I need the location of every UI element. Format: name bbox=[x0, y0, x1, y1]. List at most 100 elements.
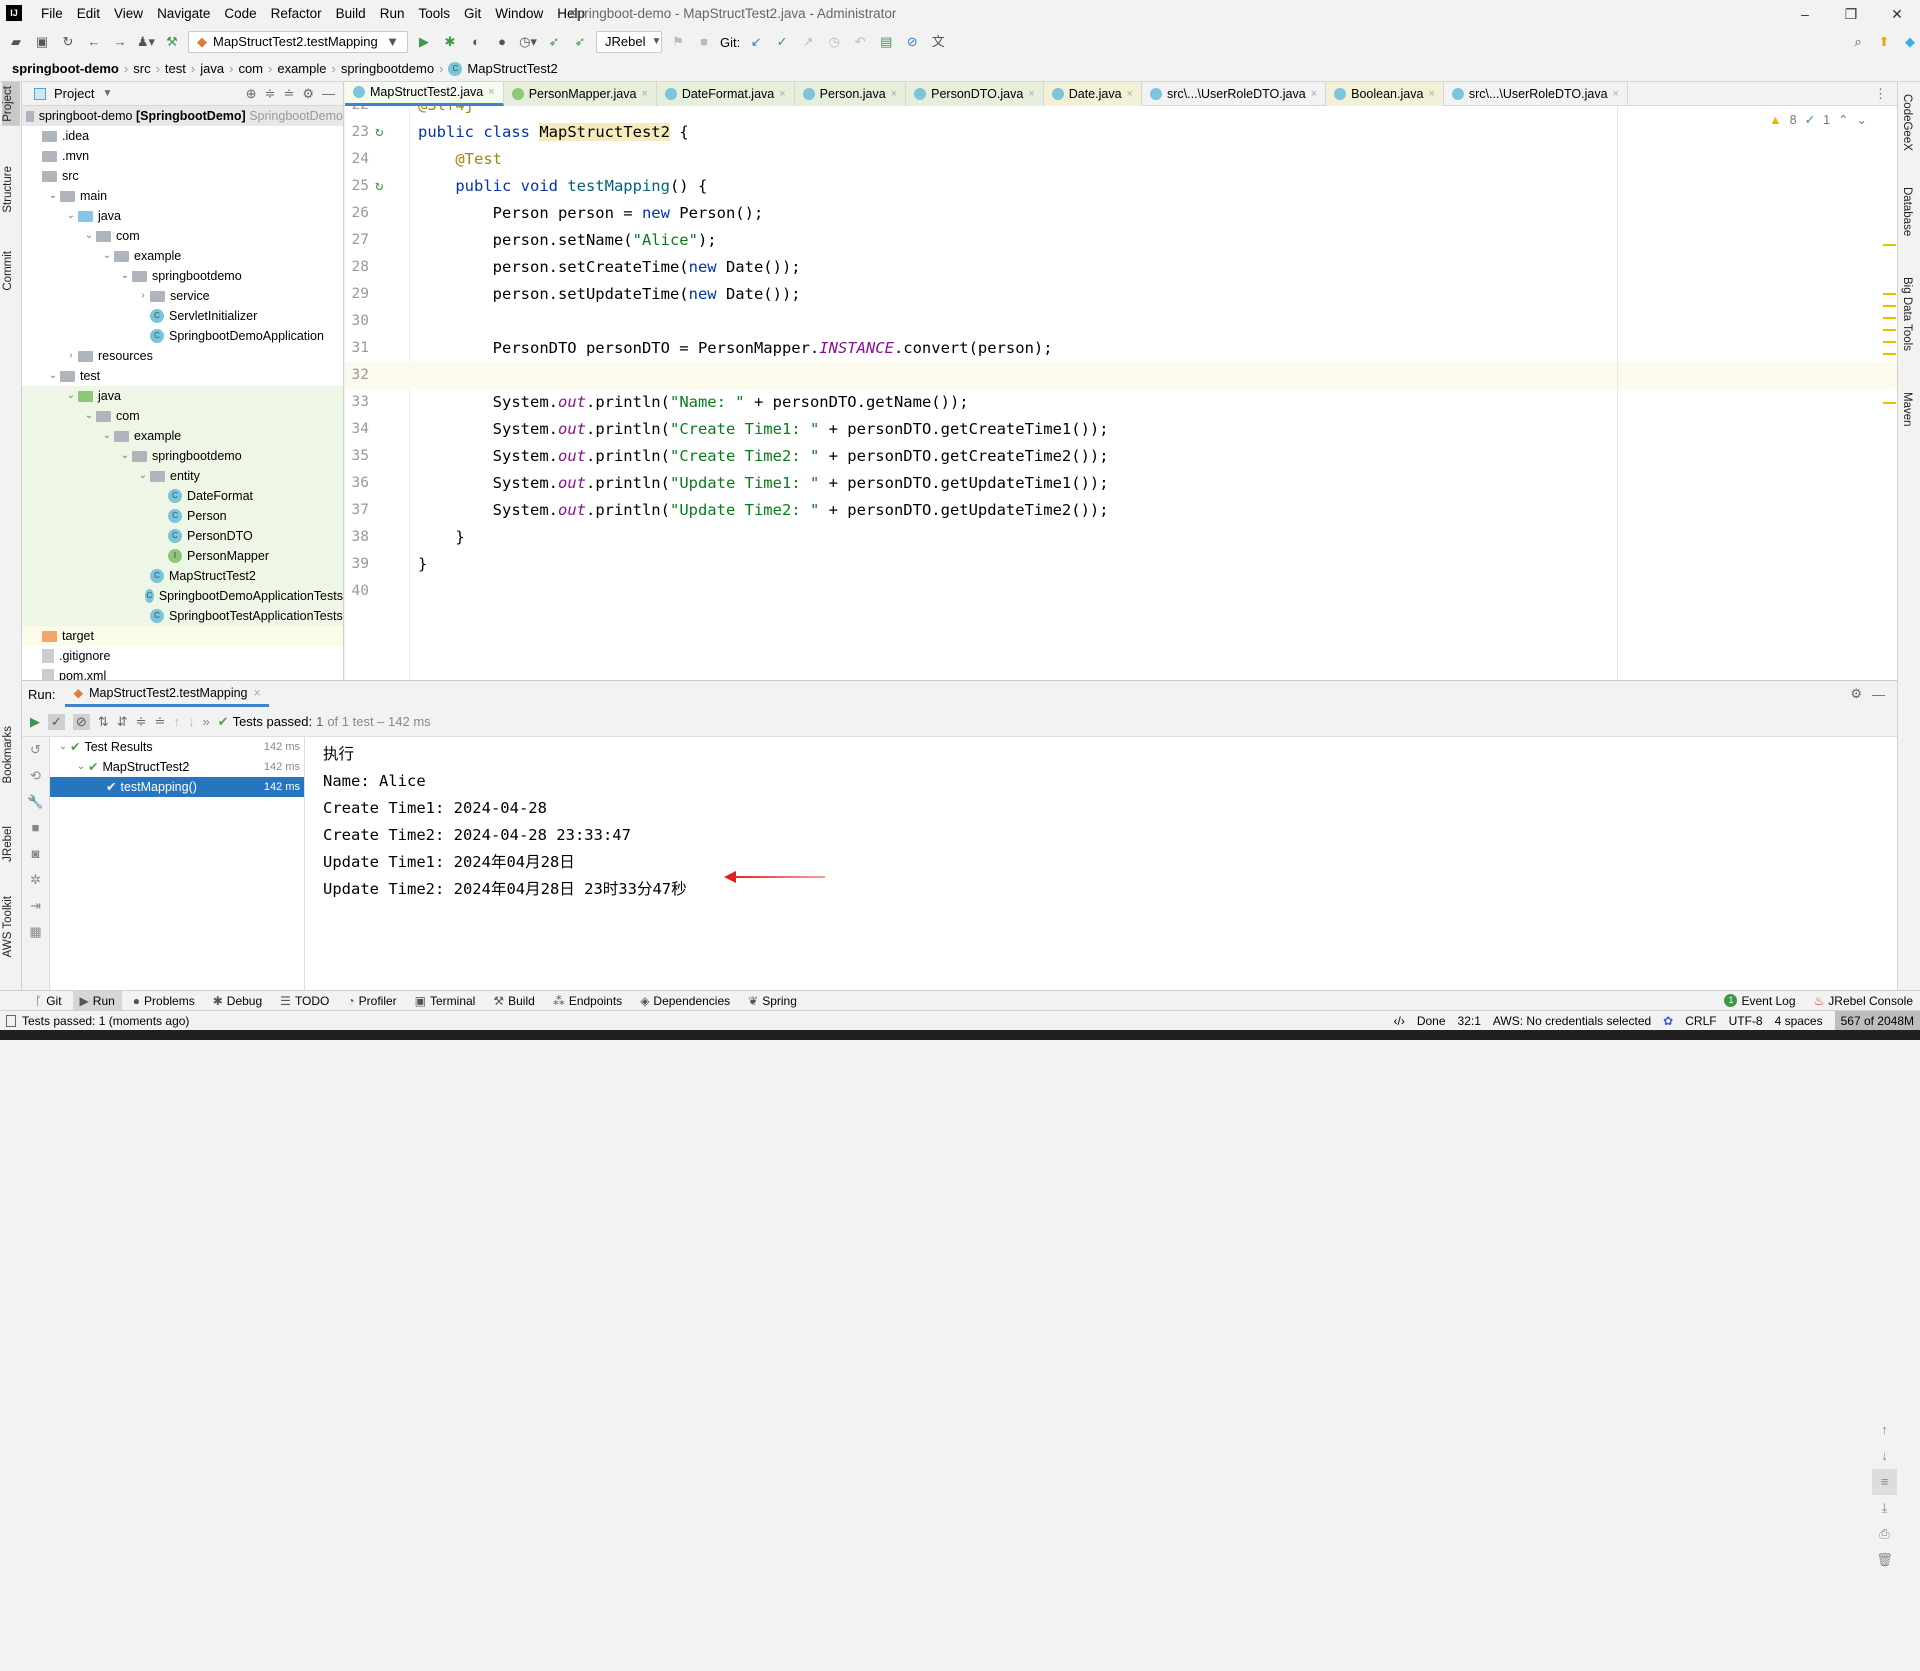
tree-item[interactable]: ⌄springbootdemo bbox=[22, 266, 343, 286]
warning-stripe[interactable] bbox=[1883, 293, 1896, 295]
bottom-tab-git[interactable]: ᚴGit bbox=[28, 991, 69, 1011]
power-save-icon[interactable]: ⊘ bbox=[902, 32, 922, 52]
menu-git[interactable]: Git bbox=[457, 0, 488, 28]
chevron-down-icon[interactable]: ⌄ bbox=[118, 446, 132, 466]
menu-refactor[interactable]: Refactor bbox=[264, 0, 329, 28]
jrebel-select[interactable]: JRebel▼ bbox=[596, 31, 662, 53]
close-icon[interactable]: × bbox=[891, 88, 897, 100]
tree-item[interactable]: CSpringbootTestApplicationTests bbox=[22, 606, 343, 626]
run-gutter-icon[interactable]: ↻ bbox=[375, 119, 383, 146]
chevron-right-icon[interactable]: › bbox=[136, 286, 150, 306]
tree-item[interactable]: .mvn bbox=[22, 146, 343, 166]
build-hammer-icon[interactable]: ⚒ bbox=[162, 32, 182, 52]
expand-all-icon[interactable]: ≑ bbox=[136, 714, 147, 730]
history-icon[interactable]: ◷ bbox=[824, 32, 844, 52]
tree-item[interactable]: ⌄entity bbox=[22, 466, 343, 486]
toggle-auto-test-icon[interactable]: ⟲ bbox=[22, 763, 49, 789]
tool-tab-project[interactable]: Project bbox=[2, 82, 20, 126]
project-root[interactable]: springboot-demo [SpringbootDemo] Springb… bbox=[22, 106, 343, 126]
breadcrumb-item[interactable]: test bbox=[165, 61, 186, 76]
menu-build[interactable]: Build bbox=[329, 0, 373, 28]
scroll-to-end-icon[interactable]: ⤓ bbox=[1872, 1495, 1897, 1521]
scroll-down-icon[interactable]: ↓ bbox=[1872, 1443, 1897, 1469]
tree-item[interactable]: ⌄com bbox=[22, 226, 343, 246]
close-icon[interactable]: × bbox=[1428, 88, 1434, 100]
tree-item[interactable]: ⌄java bbox=[22, 386, 343, 406]
bottom-tab-dependencies[interactable]: ◈Dependencies bbox=[633, 991, 737, 1011]
tool-tab-codegeex[interactable]: CodeGeeX bbox=[1901, 94, 1913, 151]
run-config-select[interactable]: ◆MapStructTest2.testMapping▼ bbox=[188, 31, 408, 53]
vcs-user-icon[interactable]: ♟▾ bbox=[136, 32, 156, 52]
bottom-tab-todo[interactable]: ☰TODO bbox=[273, 991, 336, 1011]
git-push-icon[interactable]: ↗ bbox=[798, 32, 818, 52]
tool-tab-structure[interactable]: Structure bbox=[2, 162, 20, 217]
chevron-down-icon[interactable]: ⌄ bbox=[64, 386, 78, 406]
soft-wrap-icon[interactable]: ≡ bbox=[1872, 1469, 1897, 1495]
chevron-down-icon[interactable]: ⌄ bbox=[46, 366, 60, 386]
locate-icon[interactable]: ⊕ bbox=[246, 86, 257, 102]
caret-position[interactable]: 32:1 bbox=[1458, 1014, 1481, 1028]
prev-highlight-icon[interactable]: ⌃ bbox=[1838, 112, 1848, 127]
tree-item[interactable]: pom.xml bbox=[22, 666, 343, 680]
breadcrumb-item[interactable]: springbootdemo bbox=[341, 61, 434, 76]
jrebel-run-icon[interactable]: ➶ bbox=[544, 32, 564, 52]
aws-icon[interactable]: ✿ bbox=[1663, 1014, 1673, 1028]
aws-credentials[interactable]: AWS: No credentials selected bbox=[1493, 1014, 1651, 1028]
scroll-up-icon[interactable]: ↑ bbox=[1872, 1417, 1897, 1443]
file-encoding[interactable]: UTF-8 bbox=[1729, 1014, 1763, 1028]
camera-icon[interactable]: ◙ bbox=[22, 841, 49, 867]
editor-tab[interactable]: DateFormat.java× bbox=[657, 82, 795, 106]
search-icon[interactable]: ⌕ bbox=[1848, 32, 1868, 52]
memory-indicator[interactable]: 567 of 2048M bbox=[1835, 1011, 1920, 1031]
chevron-down-icon[interactable]: ⌄ bbox=[64, 206, 78, 226]
tool-tab-commit[interactable]: Commit bbox=[2, 247, 20, 295]
bottom-tab-spring[interactable]: ❦Spring bbox=[741, 991, 804, 1011]
collapse-all-icon[interactable]: ≐ bbox=[283, 86, 294, 102]
editor-tab[interactable]: PersonMapper.java× bbox=[504, 82, 657, 106]
expand-all-icon[interactable]: ≑ bbox=[265, 86, 276, 102]
more-tabs-icon[interactable]: ⋮ bbox=[1874, 86, 1887, 102]
close-icon[interactable]: × bbox=[488, 86, 494, 98]
tool-tab-bookmarks[interactable]: Bookmarks bbox=[2, 722, 20, 788]
wrench-icon[interactable]: 🔧 bbox=[22, 789, 49, 815]
update-icon[interactable]: ⬆ bbox=[1874, 32, 1894, 52]
warning-stripe[interactable] bbox=[1883, 353, 1896, 355]
test-tree-item[interactable]: ⌄✔Test Results142 ms bbox=[50, 737, 304, 757]
tree-item[interactable]: CPersonDTO bbox=[22, 526, 343, 546]
rerun-failed-icon[interactable]: ↺ bbox=[22, 737, 49, 763]
chevron-down-icon[interactable]: ⌄ bbox=[118, 266, 132, 286]
hide-icon[interactable]: — bbox=[322, 86, 335, 101]
close-icon[interactable]: × bbox=[1127, 88, 1133, 100]
warning-stripe[interactable] bbox=[1883, 305, 1896, 307]
gear-icon[interactable]: ⚙ bbox=[1850, 686, 1862, 702]
bottom-tab-build[interactable]: ⚒Build bbox=[486, 991, 541, 1011]
stop-icon[interactable]: ■ bbox=[22, 815, 49, 841]
run-tab[interactable]: ◆ MapStructTest2.testMapping × bbox=[65, 681, 268, 707]
warning-stripe[interactable] bbox=[1883, 317, 1896, 319]
chevron-down-icon[interactable]: ⌄ bbox=[74, 757, 88, 777]
editor-tab[interactable]: PersonDTO.java× bbox=[906, 82, 1044, 106]
run-with-icon[interactable]: ◷▾ bbox=[518, 32, 538, 52]
prev-failed-icon[interactable]: ↑ bbox=[173, 714, 180, 729]
show-passed-icon[interactable]: ✓ bbox=[48, 714, 65, 730]
editor-tab[interactable]: Boolean.java× bbox=[1326, 82, 1444, 106]
save-icon[interactable]: ▣ bbox=[32, 32, 52, 52]
bottom-tab-debug[interactable]: ✱Debug bbox=[206, 991, 269, 1011]
close-icon[interactable]: × bbox=[1028, 88, 1034, 100]
warning-stripe[interactable] bbox=[1883, 244, 1896, 246]
trash-icon[interactable]: 🗑 bbox=[1872, 1547, 1897, 1573]
bottom-tab-event-log[interactable]: 1Event Log bbox=[1717, 991, 1802, 1011]
bottom-tab-profiler[interactable]: ◔Profiler bbox=[340, 991, 403, 1011]
editor-tab[interactable]: src\...\UserRoleDTO.java× bbox=[1444, 82, 1628, 106]
tree-item[interactable]: ›resources bbox=[22, 346, 343, 366]
run-gutter-icon[interactable]: ↻ bbox=[375, 173, 383, 200]
rerun-icon[interactable]: ▶ bbox=[30, 714, 40, 730]
close-icon[interactable]: × bbox=[254, 686, 261, 700]
tool-tab-big-data-tools[interactable]: Big Data Tools bbox=[1901, 277, 1913, 351]
warning-stripe[interactable] bbox=[1883, 329, 1896, 331]
git-update-icon[interactable]: ↙ bbox=[746, 32, 766, 52]
tree-item[interactable]: CSpringbootDemoApplication bbox=[22, 326, 343, 346]
layout-icon[interactable]: ▦ bbox=[22, 919, 49, 945]
bottom-tab-jrebel-console[interactable]: ♨JRebel Console bbox=[1807, 991, 1920, 1011]
tree-item[interactable]: CServletInitializer bbox=[22, 306, 343, 326]
